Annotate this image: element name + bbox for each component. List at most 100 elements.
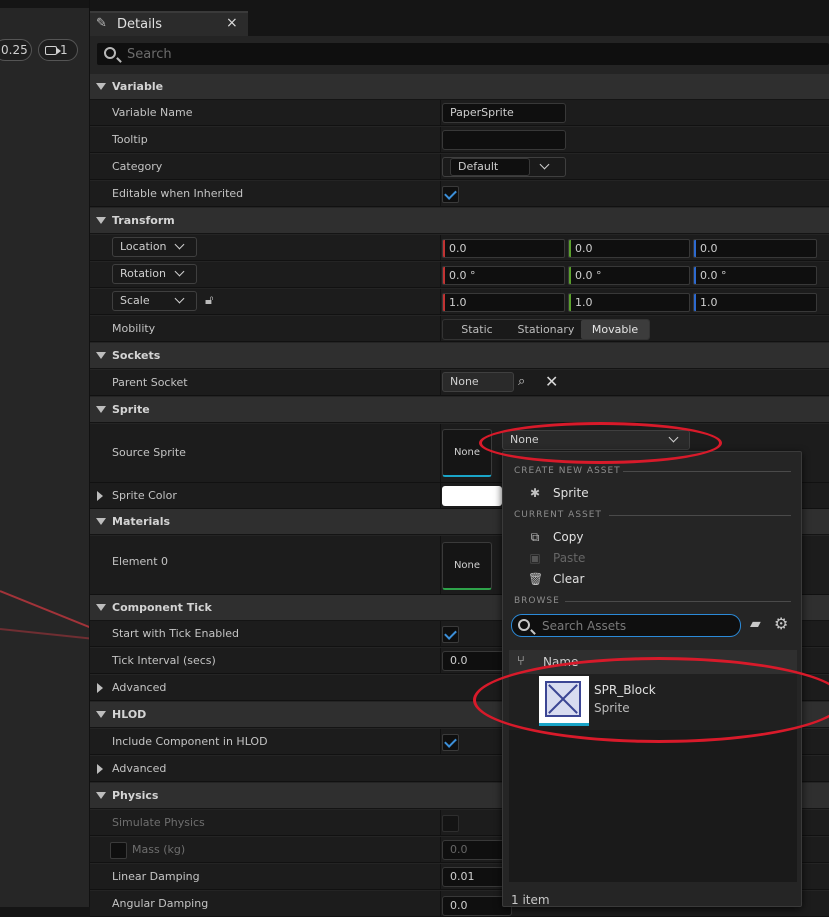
editable-checkbox[interactable]: [442, 186, 459, 203]
paste-item[interactable]: ▣ Paste: [528, 548, 585, 568]
column-divider: [440, 424, 441, 482]
row-category: Category Default: [90, 154, 829, 180]
mobility-label: Mobility: [112, 322, 156, 335]
asset-search-input[interactable]: [540, 617, 735, 634]
browse-socket-icon[interactable]: ⌕: [518, 374, 525, 389]
category-sockets[interactable]: Sockets: [90, 343, 829, 369]
scale-label: Scale: [120, 294, 150, 307]
tooltip-label: Tooltip: [112, 133, 148, 146]
sprite-color-label: Sprite Color: [112, 489, 177, 502]
camera-speed-value: 1: [60, 43, 68, 57]
sprite-create-icon: ✱: [529, 486, 541, 500]
mobility-option-movable[interactable]: Movable: [581, 320, 649, 339]
category-title: Physics: [112, 789, 159, 802]
column-divider: [440, 864, 441, 889]
level-viewport[interactable]: 0.25 1: [0, 0, 90, 907]
column-divider: [440, 837, 441, 862]
source-sprite-combo[interactable]: None: [502, 430, 690, 450]
simulate-physics-checkbox[interactable]: [442, 815, 459, 832]
row-tooltip: Tooltip: [90, 127, 829, 153]
rotation-combo[interactable]: Rotation: [112, 264, 197, 284]
column-divider: [440, 536, 441, 594]
row-location: Location 0.0 0.0 0.0: [90, 235, 829, 261]
snap-size-button[interactable]: 0.25: [0, 39, 32, 61]
paste-label: Paste: [553, 551, 586, 565]
category-sprite[interactable]: Sprite: [90, 397, 829, 423]
location-combo[interactable]: Location: [112, 237, 197, 257]
editable-label: Editable when Inherited: [112, 187, 244, 200]
asset-search-box[interactable]: [511, 614, 741, 637]
variable-name-label: Variable Name: [112, 106, 193, 119]
element0-thumbnail[interactable]: None: [442, 542, 492, 590]
search-box[interactable]: [97, 43, 829, 65]
mobility-option-stationary[interactable]: Stationary: [511, 320, 581, 339]
asset-list-header: ⑂ Name: [509, 650, 797, 674]
search-input[interactable]: [125, 45, 805, 63]
location-label: Location: [120, 240, 167, 253]
start-tick-label: Start with Tick Enabled: [112, 627, 240, 640]
rotation-x-field[interactable]: 0.0 °: [442, 266, 565, 285]
column-divider: [440, 127, 441, 152]
chevron-down-icon: [539, 159, 550, 170]
tooltip-input[interactable]: [442, 130, 566, 150]
column-divider: [440, 370, 441, 395]
mobility-option-static[interactable]: Static: [443, 320, 511, 339]
sprite-thumbnail-icon: [539, 676, 589, 726]
column-divider: [440, 729, 441, 754]
camera-speed-button[interactable]: 1: [38, 39, 78, 61]
category-combo[interactable]: Default: [442, 157, 566, 177]
copy-icon: ⧉: [530, 530, 540, 544]
expand-arrow-icon[interactable]: [97, 491, 103, 501]
section-divider: [609, 515, 791, 516]
unlock-icon[interactable]: 🔓︎: [205, 293, 213, 308]
location-x-field[interactable]: 0.0: [442, 239, 565, 258]
collapse-arrow-icon: [96, 352, 106, 359]
close-icon[interactable]: ×: [226, 15, 238, 31]
category-transform[interactable]: Transform: [90, 208, 829, 234]
category-title: Sprite: [112, 403, 150, 416]
scale-combo[interactable]: Scale: [112, 291, 197, 311]
source-sprite-value: None: [510, 433, 539, 446]
rotation-label: Rotation: [120, 267, 167, 280]
location-z-field[interactable]: 0.0: [693, 239, 817, 258]
asset-picker-menu: CREATE NEW ASSET ✱ Sprite CURRENT ASSET ⧉…: [502, 451, 802, 907]
scale-x-field[interactable]: 1.0: [442, 293, 565, 312]
source-sprite-thumbnail[interactable]: None: [442, 429, 492, 477]
collapse-arrow-icon: [96, 217, 106, 224]
advanced-label: Advanced: [112, 762, 167, 775]
folder-search-icon[interactable]: ▰: [750, 616, 761, 632]
clear-item[interactable]: 🗑︎ Clear: [528, 569, 584, 589]
parent-socket-label: Parent Socket: [112, 376, 188, 389]
scale-z-field[interactable]: 1.0: [693, 293, 817, 312]
asset-row-spr-block[interactable]: SPR_Block Sprite: [509, 674, 797, 730]
trash-icon: 🗑︎: [528, 572, 544, 586]
branch-icon[interactable]: ⑂: [517, 654, 525, 669]
mobility-segmented-control: Static Stationary Movable: [442, 319, 650, 340]
sprite-color-swatch[interactable]: [442, 486, 502, 506]
scale-y-field[interactable]: 1.0: [568, 293, 690, 312]
copy-item[interactable]: ⧉ Copy: [528, 527, 584, 547]
tab-title: Details: [117, 17, 163, 32]
clear-x-icon[interactable]: ✕: [545, 372, 558, 391]
collapse-arrow-icon: [96, 83, 106, 90]
parent-socket-field[interactable]: None: [442, 372, 514, 392]
mass-label: Mass (kg): [132, 843, 186, 856]
include-hlod-checkbox[interactable]: [442, 734, 459, 751]
variable-name-input[interactable]: PaperSprite: [442, 103, 566, 123]
category-variable[interactable]: Variable: [90, 74, 829, 100]
column-name-header[interactable]: Name: [543, 655, 578, 669]
gear-icon[interactable]: ⚙: [774, 614, 788, 633]
start-tick-checkbox[interactable]: [442, 626, 459, 643]
location-y-field[interactable]: 0.0: [568, 239, 690, 258]
mass-override-checkbox[interactable]: [110, 842, 127, 859]
rotation-z-field[interactable]: 0.0 °: [693, 266, 817, 285]
tab-details[interactable]: ✎ Details ×: [90, 11, 248, 36]
browse-header: BROWSE: [514, 596, 560, 606]
rotation-y-field[interactable]: 0.0 °: [568, 266, 690, 285]
asset-name: SPR_Block: [594, 683, 656, 697]
viewport-red-line: [0, 590, 89, 634]
tab-bar: ✎ Details ×: [90, 8, 829, 36]
collapse-arrow-icon: [96, 518, 106, 525]
create-sprite-item[interactable]: ✱ Sprite: [528, 483, 589, 503]
row-mobility: Mobility Static Stationary Movable: [90, 316, 829, 342]
